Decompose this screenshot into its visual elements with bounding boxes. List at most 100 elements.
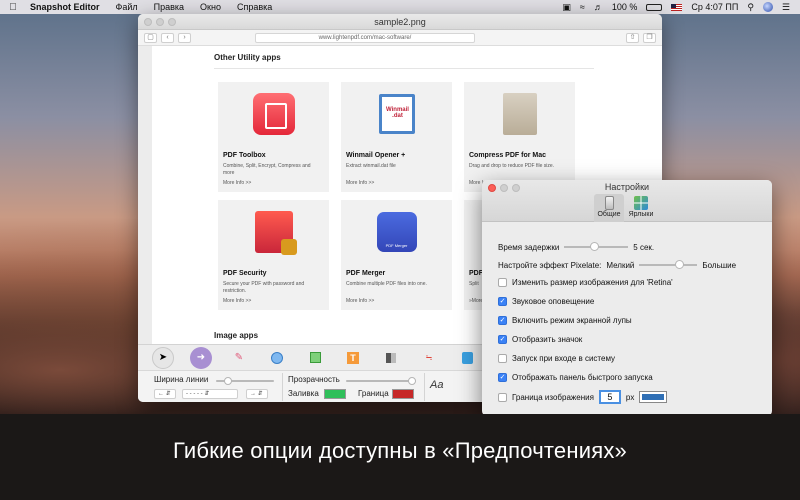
battery-percent[interactable]: 100 % — [612, 0, 638, 14]
retina-checkbox[interactable] — [498, 278, 507, 287]
image-border-label: Граница изображения — [512, 392, 594, 402]
image-border-checkbox[interactable] — [498, 392, 507, 402]
border-color-swatch[interactable] — [392, 389, 414, 399]
delay-slider[interactable] — [564, 242, 629, 252]
volume-icon[interactable]: ♬ — [594, 0, 603, 14]
quick-panel-checkbox[interactable]: ✓ — [498, 373, 507, 382]
pixelate-slider[interactable] — [639, 260, 698, 270]
launch-login-label: Запуск при входе в систему — [512, 354, 616, 363]
fill-color-swatch[interactable] — [324, 389, 346, 399]
shortcuts-icon — [634, 196, 648, 210]
show-icon-checkbox[interactable]: ✓ — [498, 335, 507, 344]
preferences-window: Настройки Общие Ярлыки Время задержки 5 … — [482, 180, 772, 416]
forward-icon: › — [178, 32, 191, 43]
preferences-general-panel: Время задержки 5 сек. Настройте эффект P… — [482, 222, 772, 416]
line-width-slider-knob[interactable] — [224, 377, 232, 385]
share-icon: ⇧ — [626, 32, 639, 43]
opacity-label: Прозрачность — [288, 375, 340, 384]
crop-tool-button[interactable]: ⨫ — [418, 347, 440, 369]
url-field: www.lightenpdf.com/mac-software/ — [255, 32, 475, 43]
opacity-slider-track[interactable] — [346, 380, 416, 382]
card-winmail-opener: Winmail Opener + Extract winmail.dat fil… — [341, 82, 452, 192]
tab-shortcuts[interactable]: Ярлыки — [626, 194, 656, 222]
ellipse-tool-button[interactable] — [266, 347, 288, 369]
option-image-border: Граница изображения 5 px — [498, 390, 668, 404]
copy-icon — [461, 351, 473, 364]
delay-row: Время задержки 5 сек. — [498, 242, 654, 252]
card-desc: Drag and drop to reduce PDF file size. — [469, 163, 555, 169]
zoom-button[interactable] — [168, 18, 176, 26]
menu-list-icon[interactable]: ☰ — [782, 0, 790, 14]
card-title: PDF Toolbox — [223, 152, 266, 159]
magnifier-checkbox[interactable]: ✓ — [498, 316, 507, 325]
opacity-slider-knob[interactable] — [408, 377, 416, 385]
tab-shortcuts-label: Ярлыки — [628, 211, 654, 218]
option-quick-panel[interactable]: ✓ Отображать панель быстрого запуска — [498, 373, 653, 382]
select-tool-button[interactable]: ➤ — [152, 346, 174, 369]
retina-label: Изменить размер изображения для 'Retina' — [512, 278, 673, 287]
copy-tool-button[interactable] — [456, 347, 478, 369]
arrow-tool-button[interactable]: ➜ — [190, 346, 212, 369]
pdf-toolbox-icon — [252, 93, 295, 135]
siri-icon[interactable] — [762, 2, 773, 12]
section-title-utility: Other Utility apps — [214, 53, 281, 62]
menu-help[interactable]: Справка — [229, 2, 280, 12]
option-magnifier[interactable]: ✓ Включить режим экранной лупы — [498, 316, 632, 325]
line-start-select[interactable]: ← ⇵ — [154, 389, 176, 399]
launch-login-checkbox[interactable] — [498, 354, 507, 363]
sidebar-icon: ▢ — [144, 32, 157, 43]
font-button[interactable]: Aa — [430, 379, 443, 391]
back-icon: ‹ — [161, 32, 174, 43]
menu-edit[interactable]: Правка — [146, 2, 192, 12]
pdf-security-icon — [254, 211, 297, 255]
pencil-tool-button[interactable]: ✎ — [228, 347, 250, 369]
camera-icon[interactable]: ▣ — [562, 0, 571, 14]
winmail-icon — [378, 94, 415, 134]
delay-label: Время задержки — [498, 242, 560, 252]
pixelate-tool-button[interactable] — [380, 347, 402, 369]
delay-value: 5 сек. — [633, 242, 655, 252]
section-title-image: Image apps — [214, 331, 259, 340]
battery-icon[interactable] — [646, 3, 663, 11]
border-width-input[interactable]: 5 — [598, 390, 621, 404]
card-pdf-merger: PDF Merger Combine multiple PDF files in… — [341, 200, 452, 310]
card-desc: Combine multiple PDF files into one. — [346, 281, 427, 287]
line-end-select[interactable]: → ⇵ — [246, 389, 268, 399]
text-tool-button[interactable]: T — [342, 347, 364, 369]
option-sound[interactable]: ✓ Звуковое оповещение — [498, 297, 594, 306]
card-more-link: More Info >> — [346, 180, 375, 186]
preferences-title: Настройки — [604, 182, 650, 192]
card-desc: Secure your PDF with password and restri… — [223, 281, 305, 294]
close-button[interactable] — [144, 18, 152, 26]
crop-icon: ⨫ — [425, 351, 433, 363]
rectangle-tool-button[interactable] — [304, 347, 326, 369]
option-launch-login[interactable]: Запуск при входе в систему — [498, 354, 615, 363]
option-retina[interactable]: Изменить размер изображения для 'Retina' — [498, 278, 673, 287]
line-style-select[interactable]: - - - - - ⇵ — [182, 389, 238, 399]
minimize-button[interactable] — [156, 18, 164, 26]
us-flag-icon[interactable] — [671, 3, 683, 11]
clock[interactable]: Ср 4:07 ПП — [691, 0, 738, 14]
arrow-right-icon: ➜ — [196, 352, 206, 363]
tab-general-label: Общие — [597, 211, 621, 218]
options-divider — [424, 373, 425, 401]
show-icon-label: Отобразить значок — [512, 335, 583, 344]
menu-file[interactable]: Файл — [108, 2, 146, 12]
sound-checkbox[interactable]: ✓ — [498, 297, 507, 306]
card-title: PDF Merger — [346, 270, 386, 277]
border-label: Граница — [358, 389, 389, 398]
promo-caption: Гибкие опции доступны в «Предпочтениях» — [173, 438, 627, 463]
card-title: Winmail Opener + — [346, 152, 406, 159]
menu-window[interactable]: Окно — [192, 2, 229, 12]
circle-icon — [271, 351, 283, 364]
menu-app-name[interactable]: Snapshot Editor — [26, 2, 108, 12]
search-icon[interactable]: ⚲ — [747, 0, 754, 14]
border-color-well[interactable] — [639, 391, 668, 403]
card-title: PDF Security — [223, 270, 267, 277]
tab-general[interactable]: Общие — [594, 194, 624, 222]
wifi-icon[interactable]: ≈ — [580, 0, 585, 14]
cursor-icon: ➤ — [158, 352, 168, 363]
option-show-icon[interactable]: ✓ Отобразить значок — [498, 335, 582, 344]
section-divider — [214, 68, 594, 69]
apple-icon[interactable]:  — [0, 2, 26, 13]
